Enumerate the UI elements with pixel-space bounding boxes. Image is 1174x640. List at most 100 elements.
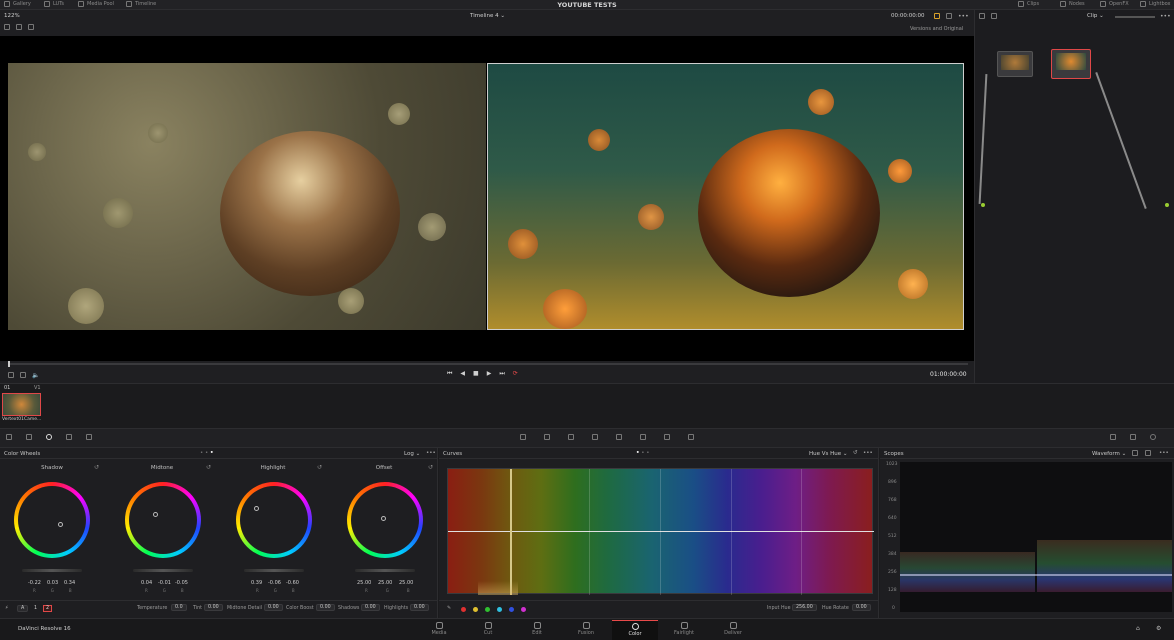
hue-marker[interactable] [510, 469, 512, 595]
speaker-icon[interactable]: 🔈 [32, 372, 39, 379]
color-match-icon[interactable] [26, 434, 32, 440]
midtone-wheel[interactable] [125, 482, 201, 558]
qualifier-icon[interactable] [544, 434, 550, 440]
scrubber[interactable] [8, 363, 968, 365]
swatch-blue[interactable] [509, 607, 514, 612]
hue-rotate-value[interactable]: 0.00 [852, 604, 871, 611]
pointer-icon[interactable] [979, 13, 985, 19]
settings-icon[interactable]: ⚙ [1156, 625, 1161, 632]
offset-reset-icon[interactable]: ↺ [428, 464, 433, 471]
midtone-b-value[interactable]: -0.05 [175, 580, 188, 586]
offset-master-slider[interactable] [355, 569, 415, 572]
more-icon[interactable]: ••• [958, 13, 969, 20]
clips-tab[interactable]: Clips [1018, 1, 1039, 7]
curves-icon[interactable] [520, 434, 526, 440]
page-dots[interactable]: • • • [200, 450, 214, 456]
offset-wheel[interactable] [347, 482, 423, 558]
info-icon[interactable] [1150, 434, 1156, 440]
blur-icon[interactable] [640, 434, 646, 440]
shadow-b-value[interactable]: 0.34 [64, 580, 75, 586]
home-icon[interactable]: ⌂ [1136, 625, 1140, 632]
node-02[interactable] [1051, 49, 1091, 79]
viewer[interactable] [0, 36, 974, 361]
midtone-reset-icon[interactable]: ↺ [206, 464, 211, 471]
midtone-g-value[interactable]: -0.01 [158, 580, 171, 586]
bypass-icon[interactable] [934, 13, 940, 19]
shadow-g-value[interactable]: 0.03 [47, 580, 58, 586]
wheels-more-icon[interactable]: ••• [426, 450, 436, 456]
scope-mode-selector[interactable]: Waveform ⌄ [1092, 451, 1126, 457]
auto-icon[interactable]: A [17, 605, 29, 612]
jump-end-icon[interactable]: ⏭ [499, 370, 504, 378]
color-wheels-icon[interactable] [46, 434, 52, 440]
clip-thumbnail[interactable] [2, 393, 41, 416]
playhead[interactable] [8, 361, 10, 367]
page-1[interactable]: 1 [34, 606, 37, 611]
openfx-tab[interactable]: OpenFX [1100, 1, 1129, 7]
node-zoom-slider[interactable] [1115, 16, 1155, 18]
hand-icon[interactable] [991, 13, 997, 19]
output-port[interactable] [1165, 203, 1169, 207]
reverse-icon[interactable]: ◀ [460, 370, 465, 378]
temperature-value[interactable]: 0.0 [171, 604, 187, 611]
eyedropper-icon[interactable]: ✎ [447, 606, 451, 611]
play-icon[interactable]: ▶ [487, 370, 492, 378]
midtone-r-value[interactable]: 0.04 [141, 580, 152, 586]
node-more-icon[interactable]: ••• [1160, 13, 1171, 20]
highlight-reset-icon[interactable]: ↺ [317, 464, 322, 471]
highlight-icon[interactable] [28, 24, 34, 30]
shadow-r-value[interactable]: -0.22 [28, 580, 41, 586]
shadows-value[interactable]: 0.00 [361, 604, 380, 611]
swatch-magenta[interactable] [521, 607, 526, 612]
highlight-wheel[interactable] [236, 482, 312, 558]
fusion-page-tab[interactable]: Fusion [563, 620, 609, 640]
highlight-g-value[interactable]: -0.06 [268, 580, 281, 586]
color-boost-value[interactable]: 0.00 [316, 604, 335, 611]
sizing-icon[interactable] [688, 434, 694, 440]
midtone-detail-value[interactable]: 0.00 [264, 604, 283, 611]
cut-page-tab[interactable]: Cut [465, 620, 511, 640]
swatch-cyan[interactable] [497, 607, 502, 612]
auto-balance-icon[interactable]: ⚡ [5, 606, 8, 611]
offset-r-value[interactable]: 25.00 [357, 580, 371, 586]
curves-reset-icon[interactable]: ↺ [853, 450, 858, 456]
color-page-tab[interactable]: Color [612, 620, 658, 640]
shadow-master-slider[interactable] [22, 569, 82, 572]
highlight-r-value[interactable]: 0.39 [251, 580, 262, 586]
highlight-master-slider[interactable] [244, 569, 304, 572]
scopes-icon[interactable] [1130, 434, 1136, 440]
curves-page-dots[interactable]: • • • [636, 450, 650, 456]
media-page-tab[interactable]: Media [416, 620, 462, 640]
input-hue-value[interactable]: 256.00 [792, 604, 817, 611]
magic-mask-icon[interactable] [616, 434, 622, 440]
highlights-value[interactable]: 0.00 [410, 604, 429, 611]
shadow-wheel[interactable] [14, 482, 90, 558]
scope-settings-icon[interactable] [1145, 450, 1151, 458]
node-01[interactable] [997, 51, 1033, 77]
tint-value[interactable]: 0.00 [204, 604, 223, 611]
motion-effects-icon[interactable] [86, 434, 92, 440]
input-port[interactable] [981, 203, 985, 207]
curves-mode-selector[interactable]: Hue Vs Hue ⌄ [809, 451, 848, 457]
zoom-level[interactable]: 122% [4, 13, 20, 19]
node-editor[interactable]: Clip ⌄ ••• [974, 10, 1174, 383]
jump-start-icon[interactable]: ⏮ [447, 370, 452, 378]
split-screen-icon[interactable] [16, 24, 22, 30]
edit-page-tab[interactable]: Edit [514, 620, 560, 640]
scopes-more-icon[interactable]: ••• [1159, 450, 1169, 456]
page-2[interactable]: 2 [43, 605, 53, 612]
lightbox-tab[interactable]: Lightbox [1140, 1, 1171, 7]
loop-playback-icon[interactable]: ⟳ [513, 370, 518, 378]
swatch-yellow[interactable] [473, 607, 478, 612]
wheel-mode-selector[interactable]: Log ⌄ [404, 451, 420, 457]
compare-mode[interactable]: Versions and Original [910, 26, 963, 32]
stop-icon[interactable]: ■ [473, 370, 479, 378]
offset-g-value[interactable]: 25.00 [378, 580, 392, 586]
offset-b-value[interactable]: 25.00 [399, 580, 413, 586]
shadow-reset-icon[interactable]: ↺ [94, 464, 99, 471]
midtone-wheel-handle[interactable] [153, 512, 158, 517]
curves-more-icon[interactable]: ••• [863, 450, 873, 456]
offset-wheel-handle[interactable] [381, 516, 386, 521]
swatch-green[interactable] [485, 607, 490, 612]
window-icon[interactable] [568, 434, 574, 440]
